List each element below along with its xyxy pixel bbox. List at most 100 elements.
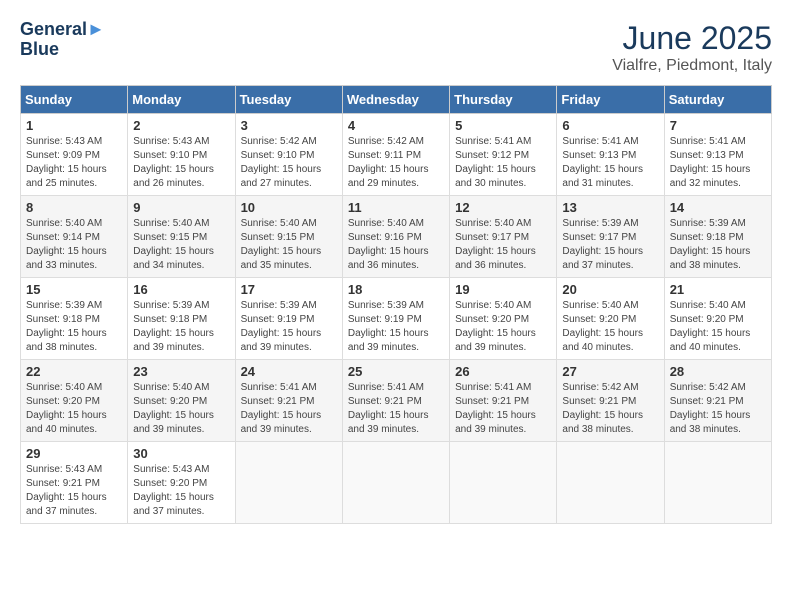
month-title: June 2025 (612, 20, 772, 57)
title-block: June 2025 Vialfre, Piedmont, Italy (612, 20, 772, 75)
day-header-saturday: Saturday (664, 86, 771, 114)
day-number: 29 (26, 446, 122, 461)
day-info: Sunrise: 5:42 AM Sunset: 9:21 PM Dayligh… (562, 381, 658, 437)
day-number: 15 (26, 282, 122, 297)
calendar-cell: 9 Sunrise: 5:40 AM Sunset: 9:15 PM Daylig… (128, 196, 235, 278)
calendar-cell: 16 Sunrise: 5:39 AM Sunset: 9:18 PM Dayli… (128, 278, 235, 360)
calendar-cell: 3Sunrise: 5:42 AM Sunset: 9:10 PM Daylig… (235, 114, 342, 196)
day-info: Sunrise: 5:40 AM Sunset: 9:17 PM Dayligh… (455, 217, 551, 273)
day-number: 30 (133, 446, 229, 461)
day-info: Sunrise: 5:39 AM Sunset: 9:19 PM Dayligh… (348, 299, 444, 355)
day-info: Sunrise: 5:41 AM Sunset: 9:21 PM Dayligh… (348, 381, 444, 437)
calendar-cell: 20Sunrise: 5:40 AM Sunset: 9:20 PM Dayli… (557, 278, 664, 360)
day-header-tuesday: Tuesday (235, 86, 342, 114)
day-number: 17 (241, 282, 337, 297)
calendar-cell: 25Sunrise: 5:41 AM Sunset: 9:21 PM Dayli… (342, 360, 449, 442)
calendar-cell (450, 442, 557, 524)
calendar-header-row: SundayMondayTuesdayWednesdayThursdayFrid… (21, 86, 772, 114)
day-number: 7 (670, 118, 766, 133)
calendar-cell: 5 Sunrise: 5:41 AM Sunset: 9:12 PM Daylig… (450, 114, 557, 196)
day-info: Sunrise: 5:43 AM Sunset: 9:20 PM Dayligh… (133, 463, 229, 519)
logo: General►Blue (20, 20, 105, 60)
calendar-cell: 2 Sunrise: 5:43 AM Sunset: 9:10 PM Daylig… (128, 114, 235, 196)
day-info: Sunrise: 5:42 AM Sunset: 9:11 PM Dayligh… (348, 135, 444, 191)
day-info: Sunrise: 5:42 AM Sunset: 9:21 PM Dayligh… (670, 381, 766, 437)
day-info: Sunrise: 5:42 AM Sunset: 9:10 PM Dayligh… (241, 135, 337, 191)
day-header-monday: Monday (128, 86, 235, 114)
calendar-table: SundayMondayTuesdayWednesdayThursdayFrid… (20, 85, 772, 524)
calendar-week-row: 1 Sunrise: 5:43 AM Sunset: 9:09 PM Daylig… (21, 114, 772, 196)
day-number: 8 (26, 200, 122, 215)
calendar-week-row: 29 Sunrise: 5:43 AM Sunset: 9:21 PM Dayli… (21, 442, 772, 524)
calendar-cell: 6Sunrise: 5:41 AM Sunset: 9:13 PM Daylig… (557, 114, 664, 196)
day-info: Sunrise: 5:40 AM Sunset: 9:15 PM Dayligh… (133, 217, 229, 273)
day-info: Sunrise: 5:41 AM Sunset: 9:12 PM Dayligh… (455, 135, 551, 191)
day-info: Sunrise: 5:39 AM Sunset: 9:17 PM Dayligh… (562, 217, 658, 273)
location-text: Vialfre, Piedmont, Italy (612, 57, 772, 75)
day-info: Sunrise: 5:41 AM Sunset: 9:13 PM Dayligh… (562, 135, 658, 191)
day-number: 18 (348, 282, 444, 297)
day-info: Sunrise: 5:40 AM Sunset: 9:20 PM Dayligh… (455, 299, 551, 355)
day-info: Sunrise: 5:40 AM Sunset: 9:20 PM Dayligh… (26, 381, 122, 437)
day-info: Sunrise: 5:40 AM Sunset: 9:15 PM Dayligh… (241, 217, 337, 273)
day-number: 27 (562, 364, 658, 379)
day-number: 5 (455, 118, 551, 133)
day-info: Sunrise: 5:39 AM Sunset: 9:18 PM Dayligh… (26, 299, 122, 355)
calendar-week-row: 15 Sunrise: 5:39 AM Sunset: 9:18 PM Dayli… (21, 278, 772, 360)
day-info: Sunrise: 5:41 AM Sunset: 9:21 PM Dayligh… (241, 381, 337, 437)
calendar-cell: 21Sunrise: 5:40 AM Sunset: 9:20 PM Dayli… (664, 278, 771, 360)
day-number: 11 (348, 200, 444, 215)
day-info: Sunrise: 5:43 AM Sunset: 9:09 PM Dayligh… (26, 135, 122, 191)
day-number: 26 (455, 364, 551, 379)
day-number: 14 (670, 200, 766, 215)
calendar-cell: 8 Sunrise: 5:40 AM Sunset: 9:14 PM Daylig… (21, 196, 128, 278)
calendar-cell: 12 Sunrise: 5:40 AM Sunset: 9:17 PM Dayli… (450, 196, 557, 278)
day-header-friday: Friday (557, 86, 664, 114)
calendar-cell: 11 Sunrise: 5:40 AM Sunset: 9:16 PM Dayli… (342, 196, 449, 278)
day-header-sunday: Sunday (21, 86, 128, 114)
day-info: Sunrise: 5:41 AM Sunset: 9:21 PM Dayligh… (455, 381, 551, 437)
day-number: 22 (26, 364, 122, 379)
calendar-cell: 13 Sunrise: 5:39 AM Sunset: 9:17 PM Dayli… (557, 196, 664, 278)
page-header: General►Blue June 2025 Vialfre, Piedmont… (20, 20, 772, 75)
day-number: 12 (455, 200, 551, 215)
calendar-cell: 10 Sunrise: 5:40 AM Sunset: 9:15 PM Dayli… (235, 196, 342, 278)
day-number: 2 (133, 118, 229, 133)
day-info: Sunrise: 5:40 AM Sunset: 9:20 PM Dayligh… (562, 299, 658, 355)
day-number: 28 (670, 364, 766, 379)
calendar-cell: 1 Sunrise: 5:43 AM Sunset: 9:09 PM Daylig… (21, 114, 128, 196)
calendar-cell: 14Sunrise: 5:39 AM Sunset: 9:18 PM Dayli… (664, 196, 771, 278)
calendar-cell: 27 Sunrise: 5:42 AM Sunset: 9:21 PM Dayli… (557, 360, 664, 442)
calendar-cell (342, 442, 449, 524)
calendar-cell: 26 Sunrise: 5:41 AM Sunset: 9:21 PM Dayli… (450, 360, 557, 442)
calendar-cell: 23Sunrise: 5:40 AM Sunset: 9:20 PM Dayli… (128, 360, 235, 442)
day-info: Sunrise: 5:40 AM Sunset: 9:16 PM Dayligh… (348, 217, 444, 273)
calendar-cell: 19 Sunrise: 5:40 AM Sunset: 9:20 PM Dayli… (450, 278, 557, 360)
calendar-cell: 28 Sunrise: 5:42 AM Sunset: 9:21 PM Dayli… (664, 360, 771, 442)
day-number: 1 (26, 118, 122, 133)
day-number: 13 (562, 200, 658, 215)
day-number: 10 (241, 200, 337, 215)
calendar-cell: 4 Sunrise: 5:42 AM Sunset: 9:11 PM Daylig… (342, 114, 449, 196)
day-info: Sunrise: 5:43 AM Sunset: 9:21 PM Dayligh… (26, 463, 122, 519)
calendar-week-row: 8 Sunrise: 5:40 AM Sunset: 9:14 PM Daylig… (21, 196, 772, 278)
day-header-thursday: Thursday (450, 86, 557, 114)
day-number: 19 (455, 282, 551, 297)
calendar-cell (557, 442, 664, 524)
calendar-cell (664, 442, 771, 524)
day-number: 9 (133, 200, 229, 215)
calendar-cell: 24Sunrise: 5:41 AM Sunset: 9:21 PM Dayli… (235, 360, 342, 442)
day-info: Sunrise: 5:43 AM Sunset: 9:10 PM Dayligh… (133, 135, 229, 191)
day-info: Sunrise: 5:39 AM Sunset: 9:19 PM Dayligh… (241, 299, 337, 355)
day-header-wednesday: Wednesday (342, 86, 449, 114)
day-number: 4 (348, 118, 444, 133)
calendar-cell: 29 Sunrise: 5:43 AM Sunset: 9:21 PM Dayli… (21, 442, 128, 524)
day-number: 16 (133, 282, 229, 297)
calendar-cell: 7Sunrise: 5:41 AM Sunset: 9:13 PM Daylig… (664, 114, 771, 196)
day-number: 23 (133, 364, 229, 379)
day-info: Sunrise: 5:40 AM Sunset: 9:14 PM Dayligh… (26, 217, 122, 273)
day-number: 21 (670, 282, 766, 297)
calendar-cell: 15 Sunrise: 5:39 AM Sunset: 9:18 PM Dayli… (21, 278, 128, 360)
calendar-week-row: 22 Sunrise: 5:40 AM Sunset: 9:20 PM Dayli… (21, 360, 772, 442)
day-info: Sunrise: 5:39 AM Sunset: 9:18 PM Dayligh… (133, 299, 229, 355)
